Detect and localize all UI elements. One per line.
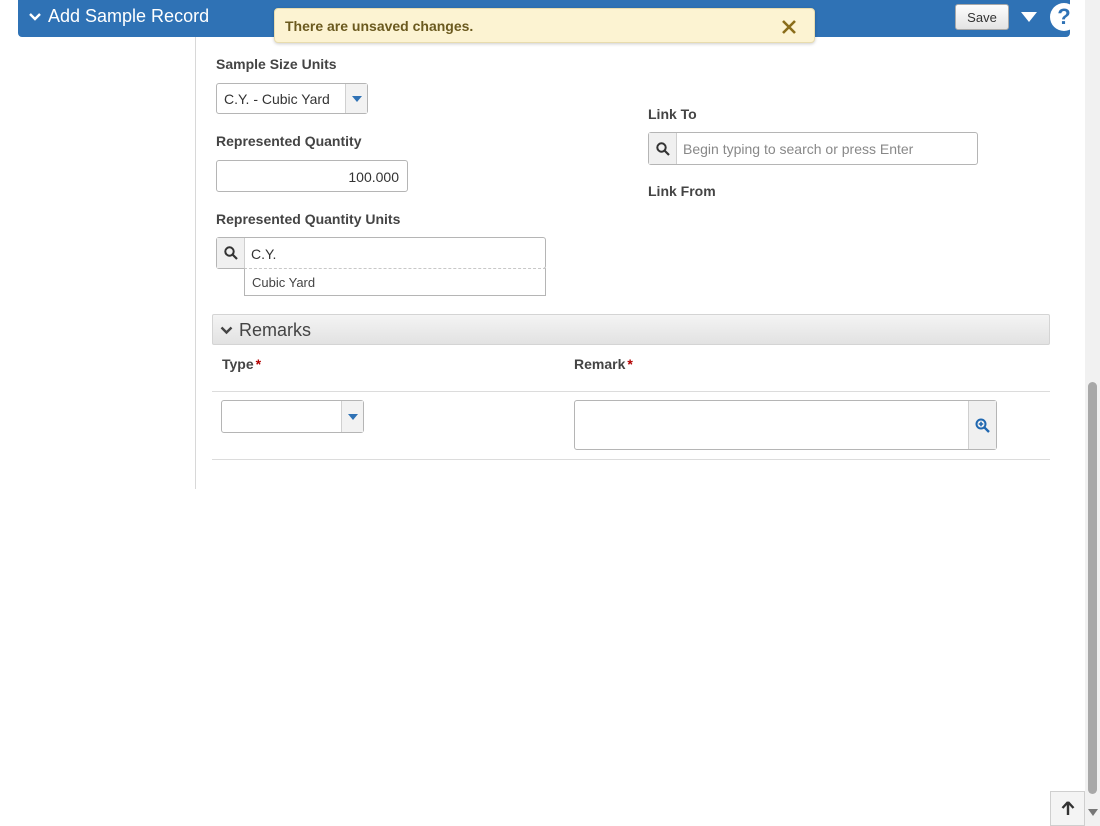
remark-column-label: Remark [574,356,626,372]
close-icon[interactable] [782,20,796,34]
column-header-remark: Remark * [574,356,633,372]
required-mark: * [627,356,633,372]
link-to-placeholder: Begin typing to search or press Enter [683,141,914,157]
required-mark: * [255,356,262,372]
arrow-up-icon [1061,801,1074,815]
dropdown-arrow-icon[interactable] [345,84,367,113]
remark-text-input[interactable] [574,400,997,450]
scrollbar-thumb[interactable] [1088,382,1097,794]
type-column-label: Type [222,356,254,372]
left-panel [21,37,196,489]
chevron-down-icon [29,12,41,21]
back-to-top-button[interactable] [1050,791,1085,826]
autocomplete-option[interactable]: Cubic Yard [244,268,546,296]
table-header-divider [212,391,1050,392]
represented-quantity-units-value: C.Y. [251,246,277,262]
search-icon [217,238,245,268]
represented-quantity-input[interactable]: 100.000 [216,160,408,192]
link-to-label: Link To [648,106,697,122]
toast-message: There are unsaved changes. [285,18,474,34]
sample-size-units-label: Sample Size Units [216,56,337,72]
column-header-type: Type * [222,356,261,372]
chevron-down-icon [220,326,233,335]
page-title: Add Sample Record [48,6,210,26]
table-row-divider [212,459,1050,460]
caret-down-icon[interactable] [1019,9,1039,25]
sample-size-units-value: C.Y. - Cubic Yard [224,91,330,107]
unsaved-changes-toast: There are unsaved changes. [274,8,815,43]
scroll-down-arrow-icon[interactable] [1088,809,1098,817]
help-icon[interactable]: ? [1050,3,1078,31]
link-to-search-input[interactable]: Begin typing to search or press Enter [648,132,978,165]
represented-quantity-units-label: Represented Quantity Units [216,211,401,227]
search-icon [649,133,677,164]
sample-size-units-select[interactable]: C.Y. - Cubic Yard [216,83,368,114]
dropdown-arrow-icon[interactable] [341,401,363,432]
header-title-toggle[interactable]: Add Sample Record [28,6,209,27]
save-button[interactable]: Save [955,4,1009,30]
link-from-label: Link From [648,183,716,199]
represented-quantity-value: 100.000 [348,169,399,185]
represented-quantity-label: Represented Quantity [216,133,362,149]
remarks-section-header[interactable]: Remarks [212,314,1050,345]
remark-type-select[interactable] [221,400,364,433]
represented-quantity-units-input[interactable]: C.Y. [216,237,546,269]
zoom-in-icon[interactable] [968,401,996,449]
help-label: ? [1057,4,1071,29]
remarks-section-title: Remarks [239,320,312,340]
